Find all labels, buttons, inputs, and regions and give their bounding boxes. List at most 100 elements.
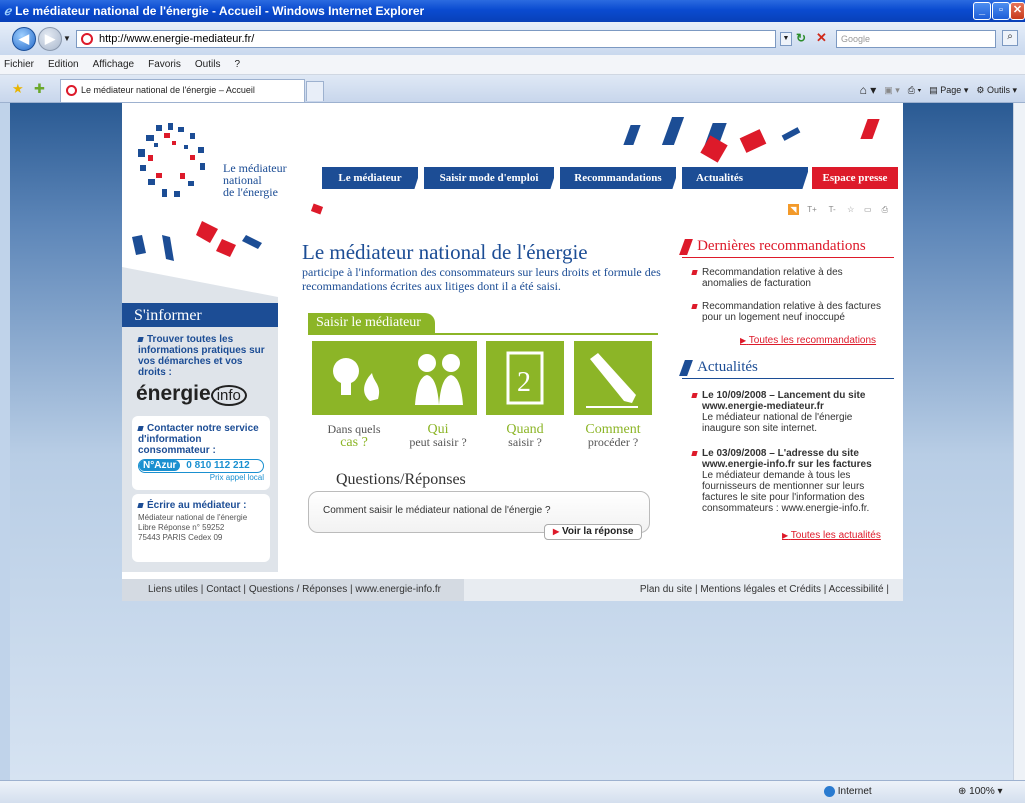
text-smaller-icon[interactable]: T- [825, 205, 839, 216]
card-qui[interactable] [399, 341, 477, 415]
menu-edition[interactable]: Edition [48, 59, 79, 70]
card-quand[interactable]: 2 [486, 341, 564, 415]
page-menu[interactable]: ▤ Page ▾ [929, 85, 968, 96]
voir-reponse-button[interactable]: ▶ Voir la réponse [544, 524, 643, 540]
footer: Liens utiles | Contact | Questions / Rép… [122, 579, 903, 601]
deco-flag [661, 117, 685, 145]
comment-icon[interactable]: ▭ [862, 205, 873, 216]
page-icon: ▤ [929, 84, 938, 95]
zoom-icon: ⊕ [958, 786, 967, 797]
news-header: Actualités [679, 359, 894, 379]
address-dropdown-icon[interactable]: ▼ [780, 32, 792, 46]
new-tab-button[interactable] [306, 81, 324, 101]
add-favorites-icon[interactable]: ✚ [34, 81, 45, 97]
gear-icon: ⚙ [976, 84, 985, 95]
footer-questions[interactable]: Questions / Réponses [249, 584, 347, 595]
deco-flag [623, 125, 641, 145]
command-bar: ⌂ ▾ ▣ ▾ ⎙ ▾ ▤ Page ▾ ⚙ Outils ▾ [860, 83, 1017, 97]
menu-fichier[interactable]: Fichier [4, 59, 34, 70]
print-toolbar-icon[interactable]: ⎙ ▾ [908, 85, 921, 96]
bullet-icon [137, 426, 144, 431]
sidebar-info-link[interactable]: Trouver toutes les informations pratique… [122, 327, 278, 378]
footer-contact[interactable]: Contact [206, 584, 240, 595]
card-cas[interactable] [312, 341, 404, 415]
nav-actualites[interactable]: Actualités [682, 167, 808, 189]
card-cas-label[interactable]: Dans quels cas ? [308, 423, 400, 450]
card-qui-label[interactable]: Qui peut saisir ? [392, 423, 484, 449]
red-flag-icon [679, 239, 693, 256]
history-dropdown-icon[interactable]: ▼ [63, 34, 71, 43]
footer-accessibilite[interactable]: Accessibilité [829, 584, 884, 595]
favorites-star-icon[interactable]: ★ [12, 81, 24, 97]
back-button[interactable]: ◀ [12, 27, 36, 51]
footer-energie-info[interactable]: www.energie-info.fr [355, 584, 441, 595]
all-recos-link[interactable]: ▶ Toutes les recommandations [740, 335, 876, 346]
site-logo[interactable] [128, 119, 218, 204]
bullet-icon [691, 270, 698, 275]
minimize-button[interactable]: _ [973, 2, 991, 20]
saisir-title: Saisir le médiateur [308, 313, 435, 333]
stop-icon[interactable]: ✕ [816, 30, 827, 46]
write-title[interactable]: Écrire au médiateur : [137, 500, 264, 511]
deco-flag [781, 127, 801, 141]
close-button[interactable]: ✕ [1010, 2, 1025, 20]
energie-info-logo[interactable]: énergie info [122, 378, 278, 406]
calendar-icon: 2 [506, 351, 544, 405]
news-item[interactable]: Le 03/09/2008 – L'adresse du site www.en… [691, 448, 892, 514]
address-input[interactable]: http://www.energie-mediateur.fr/ [76, 30, 776, 48]
home-icon[interactable]: ⌂ ▾ [860, 83, 877, 97]
bulb-flame-icon [333, 358, 380, 401]
vertical-scrollbar[interactable] [1013, 103, 1025, 780]
contact-title[interactable]: Contacter notre service d'information co… [137, 423, 264, 456]
bullet-icon [691, 451, 698, 456]
tab-favicon [66, 85, 77, 96]
logo-text: Le médiateur national de l'énergie [223, 161, 287, 199]
site-page: Le médiateur national de l'énergie Le mé… [122, 103, 903, 601]
qr-question[interactable]: Comment saisir le médiateur national de … [323, 505, 551, 516]
all-news-link[interactable]: ▶ Toutes les actualités [782, 530, 881, 541]
tab-accueil[interactable]: Le médiateur national de l'énergie – Acc… [60, 79, 305, 102]
rss-icon[interactable]: ◥ [788, 204, 799, 215]
footer-left-links: Liens utiles | Contact | Questions / Rép… [122, 579, 464, 601]
arrow-icon: ▶ [553, 527, 560, 536]
card-comment[interactable] [574, 341, 652, 415]
forward-button[interactable]: ▶ [38, 27, 62, 51]
arrow-icon: ▶ [782, 531, 789, 540]
search-input[interactable]: Google [836, 30, 996, 48]
tools-menu[interactable]: ⚙ Outils ▾ [976, 85, 1017, 96]
text-larger-icon[interactable]: T+ [805, 205, 819, 216]
nav-saisir-mode-emploi[interactable]: Saisir mode d'emploi [424, 167, 554, 189]
card-quand-label[interactable]: Quand saisir ? [479, 423, 571, 449]
footer-mentions[interactable]: Mentions légales et Crédits [700, 584, 821, 595]
bullet-icon [137, 337, 144, 342]
site-favicon [81, 33, 93, 45]
search-icon[interactable]: ⌕ [1002, 30, 1018, 46]
news-item[interactable]: Le 10/09/2008 – Lancement du site www.en… [691, 390, 892, 434]
nav-espace-presse[interactable]: Espace presse [812, 167, 898, 189]
nav-recommandations[interactable]: Recommandations [560, 167, 676, 189]
phone-badge[interactable]: N°Azur 0 810 112 212 [138, 459, 264, 473]
star-icon[interactable]: ☆ [845, 205, 856, 216]
menu-help[interactable]: ? [234, 59, 240, 70]
bullet-icon [691, 304, 698, 309]
logo-graphic [138, 123, 205, 197]
reco-item[interactable]: Recommandation relative à des anomalies … [691, 267, 888, 289]
refresh-icon[interactable]: ↻ [796, 31, 806, 45]
sidebar-deco [122, 215, 278, 297]
card-comment-label[interactable]: Comment procéder ? [567, 423, 659, 449]
menu-outils[interactable]: Outils [195, 59, 221, 70]
pencil-icon [586, 353, 638, 408]
menu-affichage[interactable]: Affichage [93, 59, 135, 70]
footer-liens-utiles[interactable]: Liens utiles [148, 584, 198, 595]
menu-favoris[interactable]: Favoris [148, 59, 181, 70]
print-icon[interactable]: ⎙ [879, 205, 890, 216]
sidebar: S'informer Trouver toutes les informatio… [122, 297, 278, 572]
footer-plan[interactable]: Plan du site [640, 584, 692, 595]
svg-text:2: 2 [517, 367, 531, 398]
maximize-button[interactable]: ▫ [992, 2, 1010, 20]
feeds-icon[interactable]: ▣ ▾ [884, 85, 900, 96]
write-box: Écrire au médiateur : Médiateur national… [132, 494, 270, 562]
reco-item[interactable]: Recommandation relative à des factures p… [691, 301, 888, 323]
nav-le-mediateur[interactable]: Le médiateur [322, 167, 418, 189]
zoom-control[interactable]: ⊕ 100% ▾ [958, 786, 1003, 797]
